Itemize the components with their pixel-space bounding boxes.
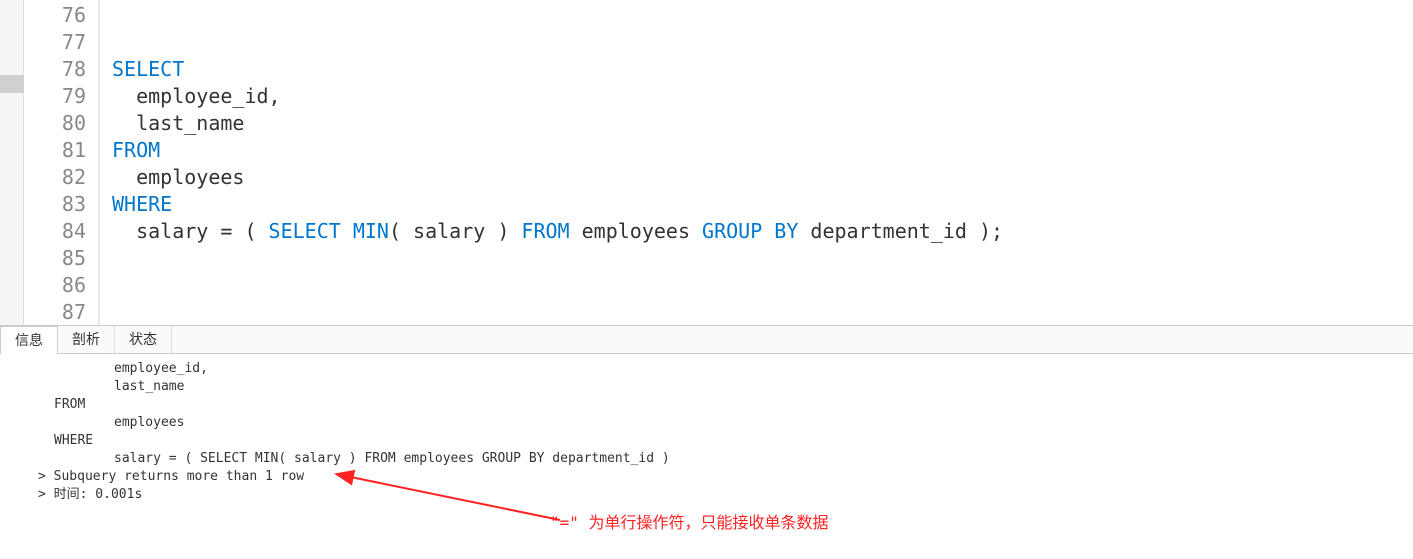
code-line[interactable] [100,245,1413,272]
code-line[interactable]: employees [100,164,1413,191]
current-line-marker [0,75,24,93]
code-line[interactable]: salary = ( SELECT MIN( salary ) FROM emp… [100,218,1413,245]
code-line[interactable]: FROM [100,137,1413,164]
sql-token: ( [232,219,268,243]
line-number: 78 [24,56,98,83]
sql-token: department_id ); [798,219,1003,243]
code-line[interactable]: employee_id, [100,83,1413,110]
console-line: last_name [2,378,1411,396]
code-line[interactable] [100,2,1413,29]
line-number: 81 [24,137,98,164]
console-line: WHERE [2,432,1411,450]
line-number: 85 [24,245,98,272]
sql-token: ( salary ) [389,219,521,243]
console-line: employees [2,414,1411,432]
tab-1[interactable]: 剖析 [58,326,115,353]
line-number: 80 [24,110,98,137]
sql-token: last_name [112,111,244,135]
sql-keyword: FROM [521,219,569,243]
sql-token: = [220,219,232,243]
annotation-label: "=" 为单行操作符，只能接收单条数据 [550,509,829,533]
output-console[interactable]: employee_id,last_nameFROMemployeesWHEREs… [0,354,1413,559]
sql-keyword: MIN [353,219,389,243]
sql-token: employees [112,165,244,189]
sql-token [341,219,353,243]
code-line[interactable]: last_name [100,110,1413,137]
line-number: 84 [24,218,98,245]
line-number: 76 [24,2,98,29]
line-number: 77 [24,29,98,56]
code-line[interactable] [100,299,1413,325]
editor-pane: 767778798081828384858687 SELECT employee… [0,0,1413,326]
sql-token: salary [112,219,220,243]
sql-keyword: FROM [112,138,160,162]
line-number: 82 [24,164,98,191]
code-line[interactable]: SELECT [100,56,1413,83]
code-line[interactable] [100,272,1413,299]
sql-token: employees [570,219,702,243]
sql-token: employee_id, [112,84,281,108]
sql-keyword: SELECT [112,57,184,81]
output-tabs: 信息剖析状态 [0,326,1413,354]
line-number: 86 [24,272,98,299]
line-number: 87 [24,299,98,326]
line-number: 83 [24,191,98,218]
line-number: 79 [24,83,98,110]
code-line[interactable] [100,29,1413,56]
sql-keyword: SELECT [269,219,341,243]
tab-2[interactable]: 状态 [115,326,172,353]
console-line: employee_id, [2,360,1411,378]
app-root: 767778798081828384858687 SELECT employee… [0,0,1413,559]
editor-marker-strip [0,0,24,325]
tab-0[interactable]: 信息 [0,326,58,354]
console-line: FROM [2,396,1411,414]
console-line: > Subquery returns more than 1 row [2,468,1411,486]
code-editor[interactable]: SELECT employee_id, last_name FROM employ… [100,0,1413,325]
sql-keyword: WHERE [112,192,172,216]
code-line[interactable]: WHERE [100,191,1413,218]
sql-keyword: GROUP BY [702,219,798,243]
console-line: salary = ( SELECT MIN( salary ) FROM emp… [2,450,1411,468]
console-line: > 时间: 0.001s [2,486,1411,504]
line-number-gutter: 767778798081828384858687 [24,0,100,325]
